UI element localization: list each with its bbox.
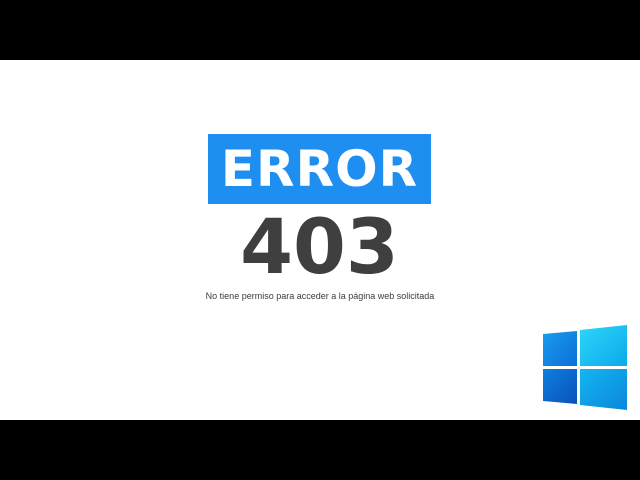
error-badge: ERROR	[208, 134, 431, 204]
windows-pane-top-right	[580, 325, 627, 366]
windows-logo-icon	[543, 325, 627, 410]
windows-pane-bottom-right	[580, 369, 627, 410]
video-frame: ERROR 403 No tiene permiso para acceder …	[0, 0, 640, 480]
error-code: 403	[240, 202, 399, 291]
windows-pane-top-left	[543, 331, 577, 366]
error-message: No tiene permiso para acceder a la págin…	[205, 291, 435, 301]
error-badge-text: ERROR	[220, 140, 419, 198]
error-page: ERROR 403 No tiene permiso para acceder …	[0, 60, 640, 420]
windows-pane-bottom-left	[543, 369, 577, 404]
